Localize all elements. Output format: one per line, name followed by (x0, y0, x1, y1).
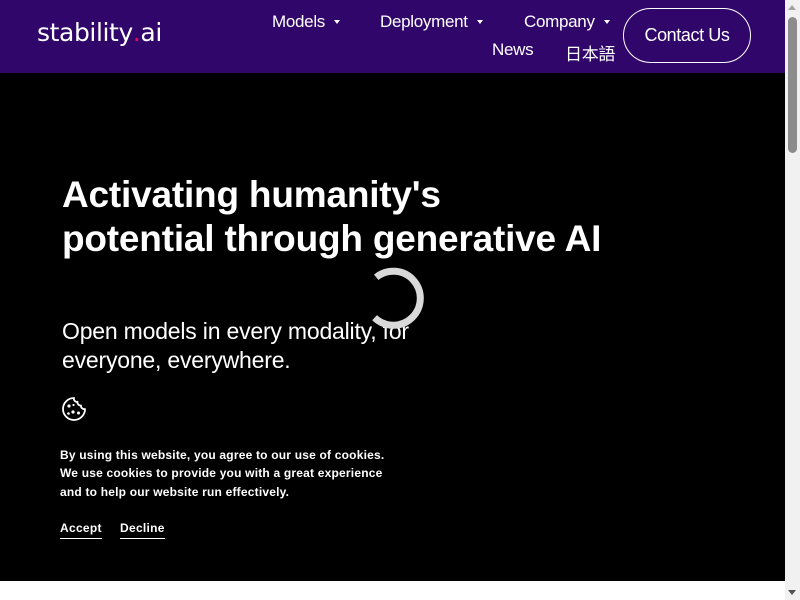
scrollbar-thumb[interactable] (788, 17, 797, 153)
nav-item-deployment[interactable]: Deployment (380, 12, 483, 32)
nav-label-japanese: 日本語 (565, 45, 616, 65)
logo-text-ai: ai (140, 18, 162, 47)
scroll-up-arrow-icon[interactable] (788, 5, 796, 10)
chevron-down-icon (476, 20, 483, 24)
page-bottom-strip (0, 581, 785, 600)
nav-item-news[interactable]: News (492, 40, 534, 60)
nav-label-deployment: Deployment (380, 12, 468, 31)
page-viewport: stability.ai Models Deployment Company N… (0, 0, 785, 600)
chevron-down-icon (334, 20, 341, 24)
stability-ai-logo[interactable]: stability.ai (37, 18, 162, 47)
hero-title: Activating humanity's potential through … (62, 174, 602, 259)
nav-label-news: News (492, 40, 534, 59)
spinner-icon (372, 267, 424, 329)
logo-text-stability: stability (37, 18, 133, 47)
cookie-accept-button[interactable]: Accept (60, 521, 102, 539)
nav-item-company[interactable]: Company (524, 12, 610, 32)
chevron-down-icon (603, 20, 610, 24)
scroll-down-arrow-icon[interactable] (788, 590, 796, 595)
nav-item-models[interactable]: Models (272, 12, 341, 32)
cookie-icon (62, 397, 86, 421)
contact-us-button[interactable]: Contact Us (623, 8, 751, 63)
cookie-consent-text: By using this website, you agree to our … (60, 448, 385, 499)
nav-label-company: Company (524, 12, 595, 31)
nav-item-japanese[interactable]: 日本語 (565, 40, 615, 65)
cookie-decline-button[interactable]: Decline (120, 521, 165, 539)
nav-label-models: Models (272, 12, 326, 31)
vertical-scrollbar[interactable] (785, 0, 800, 600)
site-header: stability.ai Models Deployment Company N… (0, 0, 785, 73)
